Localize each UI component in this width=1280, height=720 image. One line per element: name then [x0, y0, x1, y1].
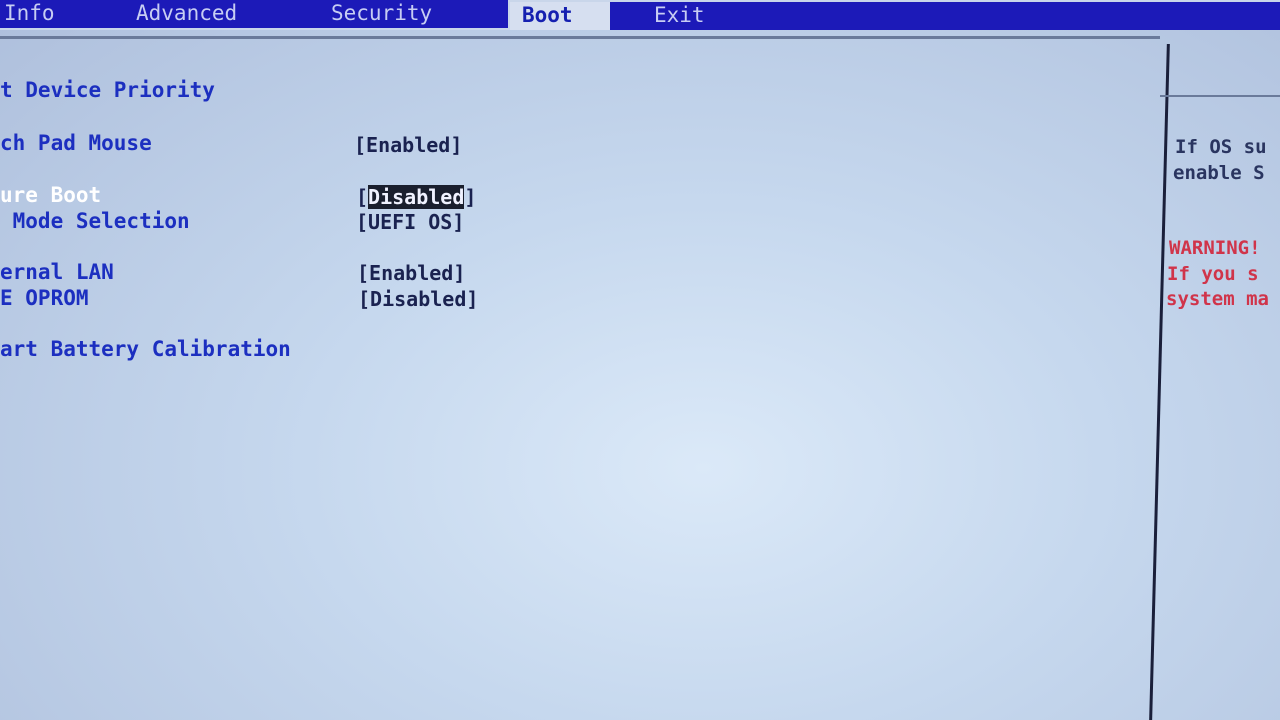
menu-bar: Info Advanced Security Boot Exit — [0, 0, 1280, 30]
help-text-2: enable S — [1173, 162, 1265, 184]
help-text-1: If OS su — [1175, 136, 1267, 158]
value-boot-mode[interactable]: [UEFI OS] — [356, 210, 464, 234]
warning-text-2: system ma — [1166, 288, 1269, 310]
value-secure-boot[interactable]: [Disabled] — [356, 185, 476, 209]
setting-boot-mode-selection[interactable]: Mode Selection — [0, 209, 190, 233]
setting-touch-pad-mouse[interactable]: ch Pad Mouse — [0, 131, 152, 155]
setting-boot-device-priority[interactable]: t Device Priority — [0, 78, 215, 102]
selected-value: Disabled — [368, 185, 465, 209]
warning-text-1: If you s — [1167, 263, 1259, 285]
tab-boot[interactable]: Boot — [510, 2, 610, 30]
value-pxe-oprom[interactable]: [Disabled] — [358, 287, 478, 311]
bracket: ] — [464, 185, 477, 209]
bracket: [ — [356, 185, 369, 209]
help-panel-divider — [1149, 44, 1170, 720]
setting-pxe-oprom[interactable]: E OPROM — [0, 286, 89, 310]
warning-title: WARNING! — [1169, 237, 1261, 259]
help-header-divider — [1160, 95, 1280, 97]
setting-internal-lan[interactable]: ernal LAN — [0, 260, 114, 284]
header-divider — [0, 36, 1160, 39]
setting-secure-boot[interactable]: ure Boot — [0, 183, 101, 207]
tab-security[interactable]: Security — [310, 0, 508, 28]
tab-exit[interactable]: Exit — [610, 2, 1280, 30]
setting-battery-calibration[interactable]: art Battery Calibration — [0, 337, 291, 361]
tab-advanced[interactable]: Advanced — [110, 0, 310, 28]
value-touch-pad-mouse[interactable]: [Enabled] — [354, 133, 462, 157]
tab-info[interactable]: Info — [0, 0, 114, 28]
value-internal-lan[interactable]: [Enabled] — [357, 261, 465, 285]
